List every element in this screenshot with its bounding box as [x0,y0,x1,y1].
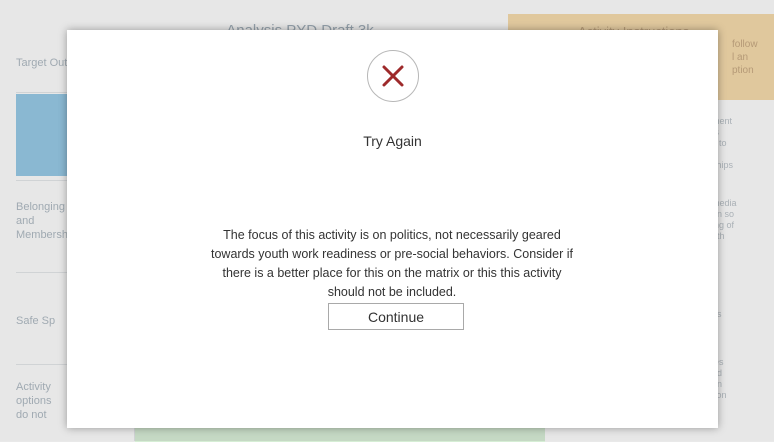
result-title: Try Again [363,133,422,149]
feedback-line: The focus of this activity is on politic… [223,228,561,242]
feedback-text: The focus of this activity is on politic… [177,226,607,302]
continue-button[interactable]: Continue [328,303,464,330]
feedback-line: there is a better place for this on the … [222,266,562,280]
feedback-modal: Try Again The focus of this activity is … [67,30,718,428]
feedback-line: should not be included. [327,285,457,299]
x-icon [367,50,419,102]
feedback-line: towards youth work readiness or pre-soci… [211,247,573,261]
